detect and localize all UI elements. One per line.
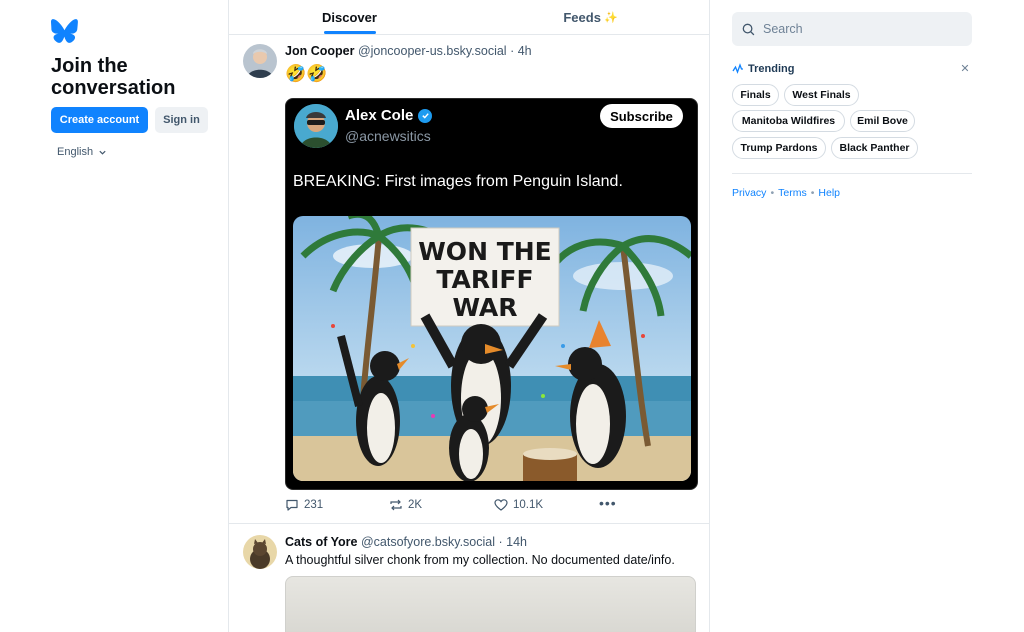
repost-icon — [390, 499, 402, 511]
tab-discover-label: Discover — [322, 9, 377, 25]
search-icon — [742, 23, 755, 35]
link-separator: • — [770, 187, 775, 199]
reply-button[interactable]: 231 — [285, 498, 323, 512]
like-button[interactable]: 10.1K — [494, 498, 543, 512]
post-header: Jon Cooper @joncooper-us.bsky.social · 4… — [285, 44, 532, 58]
language-label: English — [57, 146, 94, 158]
trending-icon — [732, 63, 743, 74]
post-text: 🤣🤣 — [285, 64, 328, 83]
post-image[interactable] — [285, 576, 696, 632]
subscribe-button: Subscribe — [600, 104, 683, 128]
trending-title: Trending — [748, 63, 795, 75]
post-header: Cats of Yore @catsofyore.bsky.social · 1… — [285, 535, 527, 549]
trending-chip[interactable]: Emil Bove — [850, 110, 915, 132]
like-count: 10.1K — [513, 499, 544, 511]
repost-count: 2K — [408, 499, 423, 511]
embed-author: Alex Cole — [345, 107, 433, 124]
sparkle-icon: ✨ — [603, 11, 618, 24]
trending-chip[interactable]: Finals — [732, 84, 779, 106]
post-author[interactable]: Jon Cooper — [285, 44, 354, 58]
post-time[interactable]: 4h — [518, 44, 532, 58]
sidebar-divider — [732, 173, 972, 174]
heart-icon — [494, 499, 508, 511]
link-separator: • — [810, 187, 815, 199]
search-box[interactable] — [732, 12, 972, 46]
verified-badge-icon — [418, 108, 433, 123]
avatar[interactable] — [243, 44, 277, 78]
avatar[interactable] — [243, 535, 277, 569]
more-options-icon[interactable]: ••• — [599, 495, 617, 511]
sign-line-2: TARIFF — [436, 265, 533, 294]
help-link[interactable]: Help — [818, 187, 840, 199]
search-input[interactable] — [763, 22, 953, 36]
embed-author-name: Alex Cole — [345, 107, 414, 124]
footer-links: Privacy • Terms • Help — [732, 187, 840, 199]
embed-avatar — [294, 104, 338, 148]
feed-post[interactable]: Jon Cooper @joncooper-us.bsky.social · 4… — [229, 35, 709, 524]
terms-link[interactable]: Terms — [778, 187, 807, 199]
post-handle[interactable]: @catsofyore.bsky.social — [361, 535, 495, 549]
trending-header: Trending — [732, 63, 794, 75]
reply-count: 231 — [304, 499, 324, 511]
sign-in-button[interactable]: Sign in — [155, 107, 208, 133]
repost-button[interactable]: 2K — [389, 498, 422, 512]
tab-feeds-label: Feeds — [563, 9, 601, 25]
post-text: A thoughtful silver chonk from my collec… — [285, 553, 675, 567]
trending-chip[interactable]: West Finals — [784, 84, 859, 106]
left-sidebar: Join the conversation Create account Sig… — [0, 0, 228, 632]
language-select[interactable]: English — [57, 146, 107, 158]
embed-handle: @acnewsitics — [345, 128, 431, 144]
feed-tabs: Discover Feeds ✨ — [229, 0, 709, 35]
tab-discover[interactable]: Discover — [229, 0, 470, 34]
tab-feeds[interactable]: Feeds ✨ — [470, 0, 709, 34]
post-separator: · — [510, 44, 515, 58]
create-account-button[interactable]: Create account — [51, 107, 148, 133]
right-sidebar: Trending ✕ Finals West Finals Manitoba W… — [710, 0, 1024, 632]
embed-text: BREAKING: First images from Penguin Isla… — [293, 173, 623, 190]
sign-line-1: WON THE — [418, 237, 552, 266]
post-separator: · — [498, 535, 503, 549]
join-tagline: Join the conversation — [51, 55, 176, 99]
trending-chip[interactable]: Trump Pardons — [732, 137, 826, 159]
feed-post[interactable]: Cats of Yore @catsofyore.bsky.social · 1… — [229, 525, 709, 632]
penguin-image: WON THE TARIFF WAR — [293, 216, 691, 481]
post-author[interactable]: Cats of Yore — [285, 535, 357, 549]
chevron-down-icon — [99, 150, 106, 155]
trending-chip[interactable]: Black Panther — [831, 137, 918, 159]
feed-column: Discover Feeds ✨ Jon Cooper @joncooper-us… — [228, 0, 710, 632]
reply-icon — [286, 499, 298, 511]
post-time[interactable]: 14h — [506, 535, 527, 549]
post-actions: 231 2K 10.1K ••• — [285, 495, 705, 514]
post-handle[interactable]: @joncooper-us.bsky.social — [358, 44, 507, 58]
active-tab-indicator — [324, 31, 376, 34]
trending-chip[interactable]: Manitoba Wildfires — [732, 110, 845, 132]
embedded-image-card[interactable]: Alex Cole @acnewsitics Subscribe BREAKIN… — [285, 98, 698, 490]
privacy-link[interactable]: Privacy — [732, 187, 766, 199]
bluesky-butterfly-icon[interactable] — [51, 19, 78, 43]
sign-line-3: WAR — [452, 293, 517, 322]
close-icon[interactable]: ✕ — [959, 63, 971, 75]
